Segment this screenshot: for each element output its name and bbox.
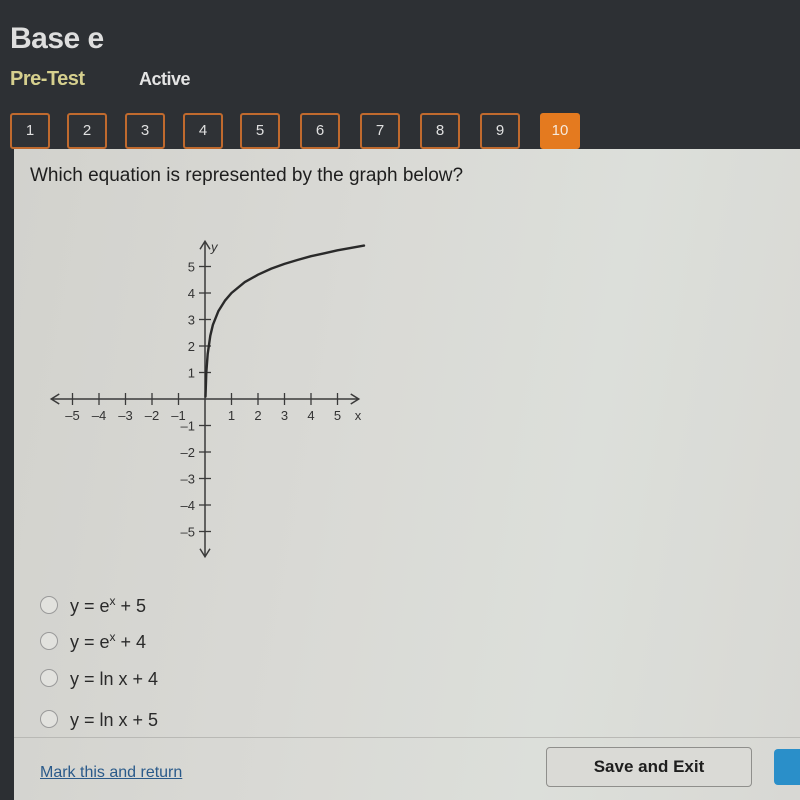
question-nav-button-4[interactable]: 4 — [183, 113, 223, 149]
answer-option-4[interactable]: y = ln x + 5 — [40, 708, 260, 732]
radio-button[interactable] — [40, 710, 58, 728]
curve-curve — [204, 244, 366, 398]
x-tick-label: –5 — [65, 408, 79, 423]
answer-option-label: y = ex + 4 — [70, 630, 146, 653]
question-nav-button-9[interactable]: 9 — [480, 113, 520, 149]
y-tick-label: 3 — [188, 313, 195, 328]
lesson-title: Base e — [10, 22, 104, 55]
x-tick-label: 4 — [307, 408, 314, 423]
x-tick-label: –4 — [92, 408, 106, 423]
curve-layer — [204, 244, 366, 398]
question-panel: Which equation is represented by the gra… — [14, 149, 800, 800]
save-and-exit-button[interactable]: Save and Exit — [546, 747, 752, 787]
x-axis-ticks: –5 –4 –3 –2 –1 1 2 3 4 5 — [65, 393, 341, 423]
status-label: Active — [139, 69, 191, 89]
x-tick-label: 5 — [334, 408, 341, 423]
y-tick-label: –5 — [181, 525, 195, 540]
option-text: y = e — [70, 632, 110, 652]
option-text-suffix: + 5 — [115, 596, 147, 616]
answer-option-label: y = ln x + 4 — [70, 667, 158, 690]
y-tick-label: –1 — [181, 419, 195, 434]
y-tick-label: 4 — [188, 286, 195, 301]
question-nav-button-8[interactable]: 8 — [420, 113, 460, 149]
x-axis-label: x — [355, 408, 362, 423]
option-text-suffix: + 4 — [115, 632, 147, 652]
answer-option-2[interactable]: y = ex + 4 — [40, 630, 260, 654]
y-tick-label: 5 — [188, 260, 195, 275]
radio-button[interactable] — [40, 632, 58, 650]
option-text: y = ln x + 4 — [70, 669, 159, 689]
next-button[interactable] — [774, 749, 800, 785]
graph-axes — [49, 239, 361, 559]
x-tick-label: –3 — [118, 408, 132, 423]
y-tick-label: 2 — [188, 339, 195, 354]
test-type-label: Pre-Test — [10, 68, 85, 90]
question-nav-button-2[interactable]: 2 — [67, 113, 107, 149]
answer-option-label: y = ln x + 5 — [70, 708, 158, 731]
question-nav-button-3[interactable]: 3 — [125, 113, 165, 149]
x-tick-label: 3 — [281, 408, 288, 423]
x-tick-label: –2 — [145, 408, 159, 423]
answer-option-1[interactable]: y = ex + 5 — [40, 594, 260, 618]
question-nav-button-7[interactable]: 7 — [360, 113, 400, 149]
question-nav-button-10[interactable]: 10 — [540, 113, 580, 149]
radio-button[interactable] — [40, 596, 58, 614]
answer-option-3[interactable]: y = ln x + 4 — [40, 667, 260, 691]
question-text: Which equation is represented by the gra… — [30, 165, 464, 186]
x-tick-label: 1 — [228, 408, 235, 423]
option-text: y = e — [70, 596, 110, 616]
y-tick-label: –3 — [181, 472, 195, 487]
answer-option-label: y = ex + 5 — [70, 594, 146, 617]
mark-and-return-link[interactable]: Mark this and return — [40, 764, 182, 782]
y-tick-label: 1 — [188, 366, 195, 381]
x-tick-label: 2 — [254, 408, 261, 423]
footer-divider — [14, 737, 800, 738]
function-graph: –5 –4 –3 –2 –1 1 2 3 4 5 –5–4–3–2–112345 x y — [49, 239, 366, 559]
y-tick-label: –4 — [181, 498, 195, 513]
radio-button[interactable] — [40, 669, 58, 687]
question-nav-button-5[interactable]: 5 — [240, 113, 280, 149]
y-axis-label: y — [210, 239, 219, 254]
option-text: y = ln x + 5 — [70, 710, 159, 730]
question-nav-button-1[interactable]: 1 — [10, 113, 50, 149]
y-tick-label: –2 — [181, 445, 195, 460]
header-bar: Base e Pre-Test Active 1 2 3 4 5 6 7 8 9… — [0, 0, 800, 150]
question-nav-button-6[interactable]: 6 — [300, 113, 340, 149]
